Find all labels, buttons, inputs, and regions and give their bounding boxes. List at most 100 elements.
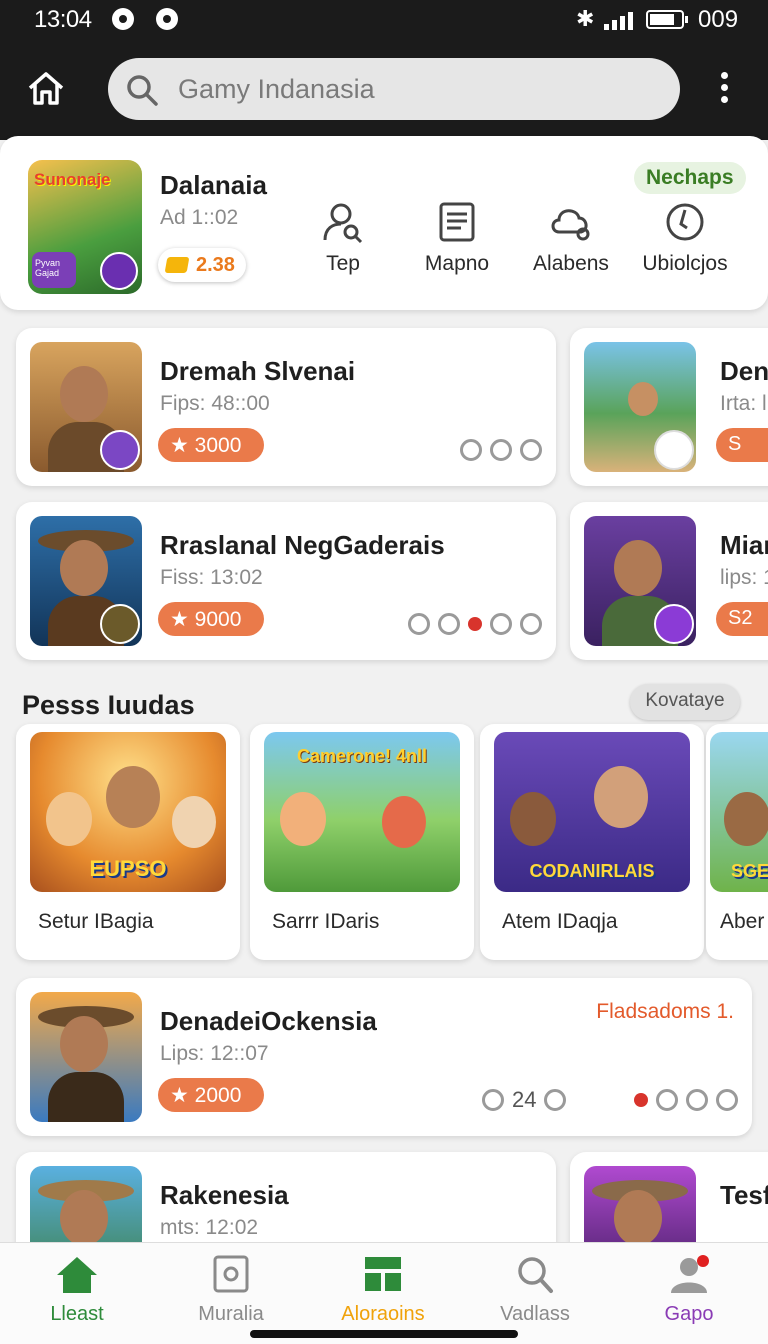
game-thumbnail <box>30 516 142 646</box>
list-item[interactable]: Rraslanal NegGaderais Fiss: 13:02 ★ 9000 <box>16 502 556 660</box>
nav-label: Muralia <box>198 1303 264 1325</box>
section-button[interactable]: Kovataye <box>630 684 740 720</box>
game-meta: Irta: l <box>720 392 767 415</box>
thumbnail-logo: Sunonaje <box>34 170 111 189</box>
battery-icon <box>646 10 688 29</box>
clock-icon <box>666 203 704 241</box>
home-icon[interactable] <box>26 70 66 106</box>
document-icon <box>439 202 475 242</box>
timer-icon <box>544 1089 567 1111</box>
game-thumbnail <box>30 992 142 1122</box>
action-label: Mapno <box>424 252 490 275</box>
game-meta: Fips: 48::00 <box>160 392 270 415</box>
bottom-navigation: Lleast Muralia Aloraoins Vadlass Gapo <box>0 1242 768 1344</box>
controller-badge-icon <box>100 430 140 470</box>
ro-badge-icon <box>654 604 694 644</box>
nav-item-vadlass[interactable]: Vadlass <box>470 1255 600 1326</box>
row-icons <box>460 436 542 464</box>
nav-label: Aloraoins <box>341 1303 425 1325</box>
points-pill[interactable]: ★ 2000 <box>158 1078 264 1112</box>
gesture-home-bar[interactable] <box>250 1330 518 1338</box>
game-thumbnail <box>30 342 142 472</box>
list-item[interactable]: Dremah Slvenai Fips: 48::00 ★ 3000 <box>16 328 556 486</box>
game-title: Mian <box>720 530 768 560</box>
share-badge-icon <box>654 430 694 470</box>
coin-balance: 2.38 <box>158 248 246 282</box>
list-item[interactable]: Mian lips: 1 S2 <box>570 502 768 660</box>
featured-art-text: Camerone! 4nll <box>296 746 428 766</box>
game-title: Rraslanal NegGaderais <box>160 530 445 560</box>
avatar-badge-icon <box>100 604 140 644</box>
game-title: Dremah Slvenai <box>160 356 356 386</box>
game-meta: Lips: 12::07 <box>160 1042 269 1065</box>
record-icon <box>634 1093 648 1107</box>
featured-card[interactable]: EUPSO Setur IBagia <box>16 724 240 960</box>
nav-label: Gapo <box>664 1303 714 1325</box>
chat-icon <box>520 439 542 461</box>
bell-icon <box>716 1089 738 1111</box>
nav-label: Lleast <box>50 1303 104 1325</box>
count-group: 24 <box>482 1086 567 1114</box>
featured-art-text: CODANIRLAIS <box>529 861 655 881</box>
star-icon <box>656 1089 678 1111</box>
row-icons <box>408 610 542 638</box>
more-options-icon[interactable] <box>712 72 736 108</box>
game-title: Tesf <box>720 1180 768 1210</box>
points-pill[interactable]: S2 <box>716 602 768 636</box>
status-badge[interactable]: Nechaps <box>634 162 746 194</box>
game-title: Rakenesia <box>160 1180 289 1210</box>
featured-caption: Setur IBagia <box>38 910 154 933</box>
points-pill[interactable]: S <box>716 428 768 462</box>
bluetooth-icon: ✱ <box>576 6 595 31</box>
featured-game-thumbnail: Sunonaje Pyvan Gajad <box>28 160 142 294</box>
user-icon <box>482 1089 504 1111</box>
featured-art: SGE <box>710 732 768 892</box>
action-alabens[interactable]: Alabens <box>516 200 626 276</box>
featured-card[interactable]: CODANIRLAIS Atem IDaqja <box>480 724 704 960</box>
bell-icon <box>520 613 542 635</box>
featured-card[interactable]: Camerone! 4nll Sarrr IDaris <box>250 724 474 960</box>
featured-art: CODANIRLAIS <box>494 732 690 892</box>
game-thumbnail <box>584 516 696 646</box>
game-meta: Fiss: 13:02 <box>160 566 263 589</box>
action-label: Ubiolcjos <box>642 252 728 275</box>
lock-badge-icon <box>100 252 138 290</box>
nav-item-muralia[interactable]: Muralia <box>166 1255 296 1326</box>
list-item[interactable]: DenadeiOckensia Lips: 12::07 ★ 2000 Flad… <box>16 978 752 1136</box>
featured-game-title: Dalanaia <box>160 170 267 200</box>
featured-card[interactable]: SGE Aber <box>706 724 768 960</box>
gold-coin-icon <box>164 257 190 273</box>
row-count: 24 <box>512 1087 537 1112</box>
home-filled-icon <box>57 1257 97 1293</box>
game-thumbnail <box>584 342 696 472</box>
row-tag[interactable]: Fladsadoms 1. <box>596 1000 734 1024</box>
nav-label: Vadlass <box>500 1303 570 1325</box>
pin-icon <box>460 439 482 461</box>
action-label: Tep <box>326 252 360 275</box>
action-ubiolcjos[interactable]: Ubiolcjos <box>630 200 740 276</box>
action-label: Alabens <box>533 252 609 275</box>
nav-item-gapo[interactable]: Gapo <box>624 1255 754 1326</box>
forward-icon <box>438 613 460 635</box>
points-pill[interactable]: ★ 3000 <box>158 428 264 462</box>
row-icons <box>634 1086 738 1114</box>
nav-item-lleast[interactable]: Lleast <box>12 1255 142 1326</box>
profile-icon <box>671 1255 709 1293</box>
featured-caption: Atem IDaqja <box>502 910 618 933</box>
points-pill[interactable]: ★ 9000 <box>158 602 264 636</box>
search-icon <box>127 75 158 106</box>
top-app-bar: Gamy Indanasia <box>0 40 768 140</box>
thumbnail-mini-card: Pyvan Gajad <box>32 252 76 288</box>
cloud-person-icon <box>551 209 590 241</box>
status-bar: 13:04 ✱ 009 <box>0 0 768 40</box>
game-meta: lips: 1 <box>720 566 768 589</box>
featured-game-card[interactable]: Sunonaje Pyvan Gajad Dalanaia Ad 1::02 2… <box>0 136 768 310</box>
nav-item-aloraoins[interactable]: Aloraoins <box>318 1255 448 1326</box>
action-mapno[interactable]: Mapno <box>402 200 512 276</box>
list-item[interactable]: Den Irta: l S <box>570 328 768 486</box>
action-tep[interactable]: Tep <box>288 200 398 276</box>
game-meta: mts: 12:02 <box>160 1216 259 1239</box>
search-bar[interactable]: Gamy Indanasia <box>108 58 680 120</box>
game-title: Den <box>720 356 768 386</box>
square-target-icon <box>213 1255 249 1293</box>
